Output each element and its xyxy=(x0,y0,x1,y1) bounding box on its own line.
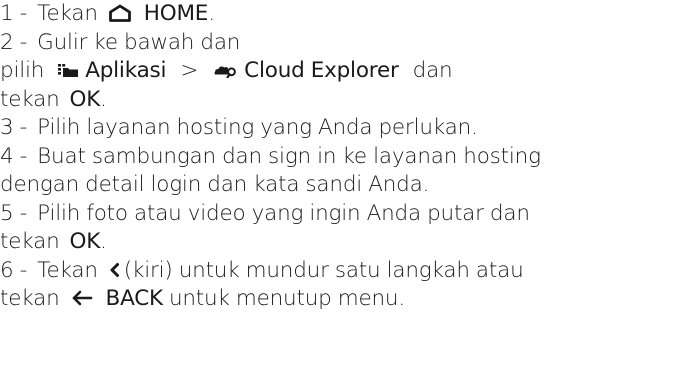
home-key-label: HOME xyxy=(143,1,209,26)
step-text: Buat sambungan dan sign in ke layanan ho… xyxy=(37,143,541,169)
ok-key-label: OK xyxy=(69,229,101,254)
apps-icon xyxy=(58,62,80,78)
step-5: 5 - Pilih foto atau video yang ingin Anda… xyxy=(0,200,684,229)
back-arrow-icon xyxy=(70,289,94,307)
step-2: 2 - Gulir ke bawah dan xyxy=(0,29,684,58)
step-text: untuk menutup menu. xyxy=(168,286,405,311)
step-text: dan xyxy=(412,58,453,83)
step-text: Pilih foto atau video yang ingin Anda pu… xyxy=(37,200,530,226)
step-number: 6 - xyxy=(0,257,28,283)
step-text: pilih xyxy=(0,58,45,83)
apps-label: Aplikasi xyxy=(85,58,167,83)
step-6-continued: tekan BACK untuk menutup menu. xyxy=(0,285,684,314)
step-text: Tekan xyxy=(37,257,98,283)
instruction-document: 1 - Tekan HOME. 2 - Gulir ke bawah dan pili… xyxy=(0,0,684,314)
step-text: (kiri) untuk mundur satu langkah atau xyxy=(123,257,524,283)
step-text: tekan xyxy=(0,286,60,311)
sentence-end: . xyxy=(100,86,107,112)
step-text: tekan xyxy=(0,86,60,112)
sentence-end: . xyxy=(100,229,107,254)
step-text: Gulir ke bawah dan xyxy=(37,29,241,55)
home-icon xyxy=(108,4,132,23)
cloud-explorer-icon xyxy=(214,62,238,79)
step-number: 1 - xyxy=(0,1,28,26)
step-5-end: tekan OK. xyxy=(0,228,684,257)
step-text: Pilih layanan hosting yang Anda perlukan… xyxy=(37,115,478,140)
step-6: 6 - Tekan (kiri) untuk mundur satu langkah… xyxy=(0,257,684,286)
step-text: dengan detail login dan kata sandi Anda. xyxy=(0,172,430,197)
step-3: 3 - Pilih layanan hosting yang Anda perlu… xyxy=(0,114,684,143)
step-number: 2 - xyxy=(0,29,28,55)
step-4: 4 - Buat sambungan dan sign in ke layanan… xyxy=(0,143,684,172)
step-text: tekan xyxy=(0,229,60,254)
step-4-continued: dengan detail login dan kata sandi Anda. xyxy=(0,171,684,200)
ok-key-label: OK xyxy=(69,86,101,112)
step-1: 1 - Tekan HOME. xyxy=(0,0,684,29)
back-key-label: BACK xyxy=(105,286,164,311)
separator: > xyxy=(180,58,199,83)
step-number: 3 - xyxy=(0,115,28,140)
step-2-end: tekan OK. xyxy=(0,86,684,115)
step-number: 4 - xyxy=(0,143,28,169)
step-number: 5 - xyxy=(0,200,28,226)
step-text: Tekan xyxy=(37,1,98,26)
sentence-end: . xyxy=(208,1,215,26)
chevron-left-icon xyxy=(108,262,122,278)
cloud-explorer-label: Cloud Explorer xyxy=(244,58,399,83)
step-2-continued: pilih Aplikasi > Cloud Explorer dan xyxy=(0,57,684,86)
